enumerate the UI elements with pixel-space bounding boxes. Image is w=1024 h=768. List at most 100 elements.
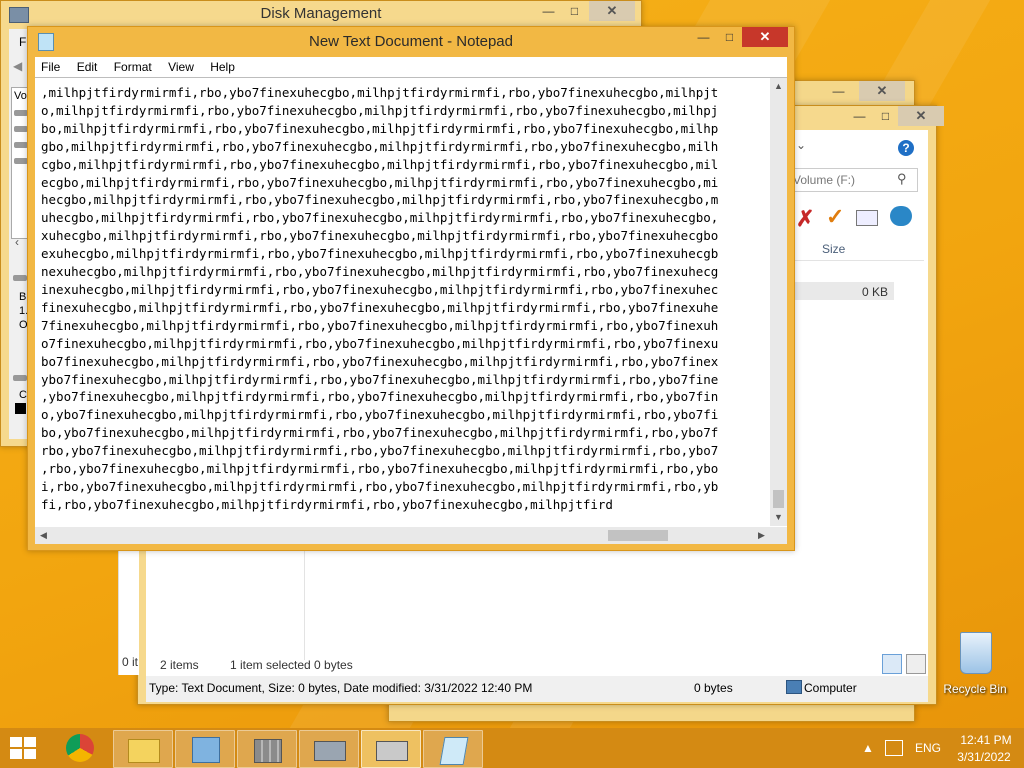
chrome-icon	[66, 734, 94, 762]
scroll-left-arrow[interactable]: ◀	[35, 527, 52, 544]
menu-format[interactable]: Format	[108, 57, 159, 74]
notepad-icon	[439, 737, 469, 765]
text-line[interactable]: xuhecgbo,milhpjtfirdyrmirmfi,rbo,ybo7fin…	[41, 227, 763, 245]
scroll-up-arrow[interactable]: ▲	[770, 78, 787, 95]
large-icons-view-icon[interactable]	[906, 654, 926, 674]
text-editor[interactable]: ,milhpjtfirdyrmirmfi,rbo,ybo7finexuhecgb…	[35, 77, 787, 544]
minimize-button[interactable]: —	[690, 27, 717, 47]
close-button[interactable]: ✕	[859, 81, 905, 101]
language-indicator[interactable]: ENG	[915, 741, 941, 755]
taskbar-disk-management[interactable]	[299, 730, 359, 768]
taskbar-notepad[interactable]	[423, 730, 483, 768]
text-line[interactable]: o,milhpjtfirdyrmirmfi,rbo,ybo7finexuhecg…	[41, 102, 763, 120]
delete-icon[interactable]: ✗	[796, 206, 814, 232]
expand-ribbon-icon[interactable]: ⌄	[796, 138, 806, 152]
control-panel-icon	[192, 737, 220, 763]
text-line[interactable]: o,ybo7finexuhecgbo,milhpjtfirdyrmirmfi,r…	[41, 406, 763, 424]
file-row-selected[interactable]: 0 KB	[794, 282, 894, 300]
back-status-text: 0 it	[122, 655, 139, 669]
text-line[interactable]: gbo,milhpjtfirdyrmirmfi,rbo,ybo7finexuhe…	[41, 138, 763, 156]
menu-view[interactable]: View	[162, 57, 201, 74]
disk-icon	[14, 142, 28, 148]
text-line[interactable]: ,rbo,ybo7finexuhecgbo,milhpjtfirdyrmirmf…	[41, 460, 763, 478]
horizontal-scrollbar[interactable]: ◀ ▶	[35, 527, 770, 544]
taskbar-control-panel[interactable]	[175, 730, 235, 768]
maximize-button[interactable]: □	[872, 106, 899, 126]
computer-icon	[786, 680, 802, 694]
text-line[interactable]: cgbo,milhpjtfirdyrmirmfi,rbo,ybo7finexuh…	[41, 156, 763, 174]
network-icon[interactable]	[885, 740, 903, 756]
start-button[interactable]	[10, 737, 36, 759]
menu-bar: File Edit Format View Help	[35, 57, 787, 77]
clock-time[interactable]: 12:41 PM	[956, 733, 1016, 747]
details-size-text: 0 bytes	[694, 681, 733, 695]
text-line[interactable]: bo,ybo7finexuhecgbo,milhpjtfirdyrmirmfi,…	[41, 424, 763, 442]
menu-edit[interactable]: Edit	[71, 57, 105, 74]
close-button[interactable]: ✕	[589, 1, 635, 21]
clock-date[interactable]: 3/31/2022	[952, 750, 1016, 764]
show-hidden-icons-arrow[interactable]: ▲	[862, 741, 874, 755]
text-line[interactable]: bo7finexuhecgbo,milhpjtfirdyrmirmfi,rbo,…	[41, 353, 763, 371]
text-line[interactable]: i,rbo,ybo7finexuhecgbo,milhpjtfirdyrmirm…	[41, 478, 763, 496]
properties-icon[interactable]	[856, 210, 878, 226]
text-line[interactable]: hecgbo,milhpjtfirdyrmirmfi,rbo,ybo7finex…	[41, 191, 763, 209]
text-line[interactable]: 7finexuhecgbo,milhpjtfirdyrmirmfi,rbo,yb…	[41, 317, 763, 335]
text-line[interactable]: fi,rbo,ybo7finexuhecgbo,milhpjtfirdyrmir…	[41, 496, 763, 514]
status-item-count: 2 items	[160, 658, 199, 672]
text-line[interactable]: rbo,ybo7finexuhecgbo,milhpjtfirdyrmirmfi…	[41, 442, 763, 460]
minimize-button[interactable]: —	[825, 81, 852, 101]
rename-checkmark-icon[interactable]: ✓	[826, 204, 844, 230]
search-placeholder: Volume (F:)	[793, 173, 856, 187]
text-line[interactable]: ,milhpjtfirdyrmirmfi,rbo,ybo7finexuhecgb…	[41, 84, 763, 102]
menu-help[interactable]: Help	[204, 57, 242, 74]
help-icon[interactable]: ?	[898, 140, 914, 156]
volume-column-header: Vo	[14, 90, 27, 102]
text-line[interactable]: ecgbo,milhpjtfirdyrmirmfi,rbo,ybo7finexu…	[41, 174, 763, 192]
status-selection: 1 item selected 0 bytes	[230, 658, 353, 672]
search-input[interactable]: Volume (F:) ⚲	[786, 168, 918, 192]
search-icon[interactable]: ⚲	[897, 171, 907, 187]
printer-icon	[376, 741, 408, 761]
scroll-left-arrow[interactable]: ‹	[15, 235, 19, 249]
back-window-fragment: 0 it	[118, 550, 139, 675]
close-button[interactable]: ✕	[898, 106, 944, 126]
cdrom-icon	[13, 375, 27, 381]
minimize-button[interactable]: —	[846, 106, 873, 126]
vertical-scroll-thumb[interactable]	[773, 490, 784, 508]
legend-unallocated-swatch	[15, 403, 26, 414]
vertical-scrollbar[interactable]: ▲ ▼	[770, 78, 787, 526]
text-line[interactable]: ,ybo7finexuhecgbo,milhpjtfirdyrmirmfi,rb…	[41, 388, 763, 406]
horizontal-scroll-thumb[interactable]	[608, 530, 668, 541]
text-line[interactable]: inexuhecgbo,milhpjtfirdyrmirmfi,rbo,ybo7…	[41, 281, 763, 299]
minimize-button[interactable]: —	[535, 1, 562, 21]
menu-file[interactable]: File	[35, 57, 67, 74]
taskbar-file-explorer[interactable]	[113, 730, 173, 768]
recycle-bin-shortcut[interactable]: Recycle Bin	[942, 630, 1008, 700]
taskbar-printer[interactable]	[361, 730, 421, 768]
scroll-down-arrow[interactable]: ▼	[770, 509, 787, 526]
text-content[interactable]: ,milhpjtfirdyrmirmfi,rbo,ybo7finexuhecgb…	[41, 84, 763, 516]
taskbar-firewall[interactable]	[237, 730, 297, 768]
text-line[interactable]: finexuhecgbo,milhpjtfirdyrmirmfi,rbo,ybo…	[41, 299, 763, 317]
disk-icon	[14, 110, 28, 116]
text-line[interactable]: ybo7finexuhecgbo,milhpjtfirdyrmirmfi,rbo…	[41, 371, 763, 389]
scroll-right-arrow[interactable]: ▶	[753, 527, 770, 544]
firewall-icon	[254, 739, 282, 763]
taskbar-chrome[interactable]	[52, 730, 110, 766]
maximize-button[interactable]: □	[716, 27, 743, 47]
text-line[interactable]: exuhecgbo,milhpjtfirdyrmirmfi,rbo,ybo7fi…	[41, 245, 763, 263]
size-column-header[interactable]: Size	[822, 242, 845, 256]
disk-icon	[13, 275, 27, 281]
notepad-window[interactable]: New Text Document - Notepad — □ ✕ File E…	[27, 26, 795, 551]
details-view-icon[interactable]	[882, 654, 902, 674]
shell-icon[interactable]	[890, 206, 912, 226]
text-line[interactable]: o7finexuhecgbo,milhpjtfirdyrmirmfi,rbo,y…	[41, 335, 763, 353]
text-line[interactable]: uhecgbo,milhpjtfirdyrmirmfi,rbo,ybo7fine…	[41, 209, 763, 227]
disk-icon	[14, 126, 28, 132]
text-line[interactable]: nexuhecgbo,milhpjtfirdyrmirmfi,rbo,ybo7f…	[41, 263, 763, 281]
text-line[interactable]: bo,milhpjtfirdyrmirmfi,rbo,ybo7finexuhec…	[41, 120, 763, 138]
details-bar: Type: Text Document, Size: 0 bytes, Date…	[146, 676, 928, 702]
close-button[interactable]: ✕	[742, 27, 788, 47]
maximize-button[interactable]: □	[561, 1, 588, 21]
taskbar: ▲ ENG 12:41 PM 3/31/2022	[0, 728, 1024, 768]
